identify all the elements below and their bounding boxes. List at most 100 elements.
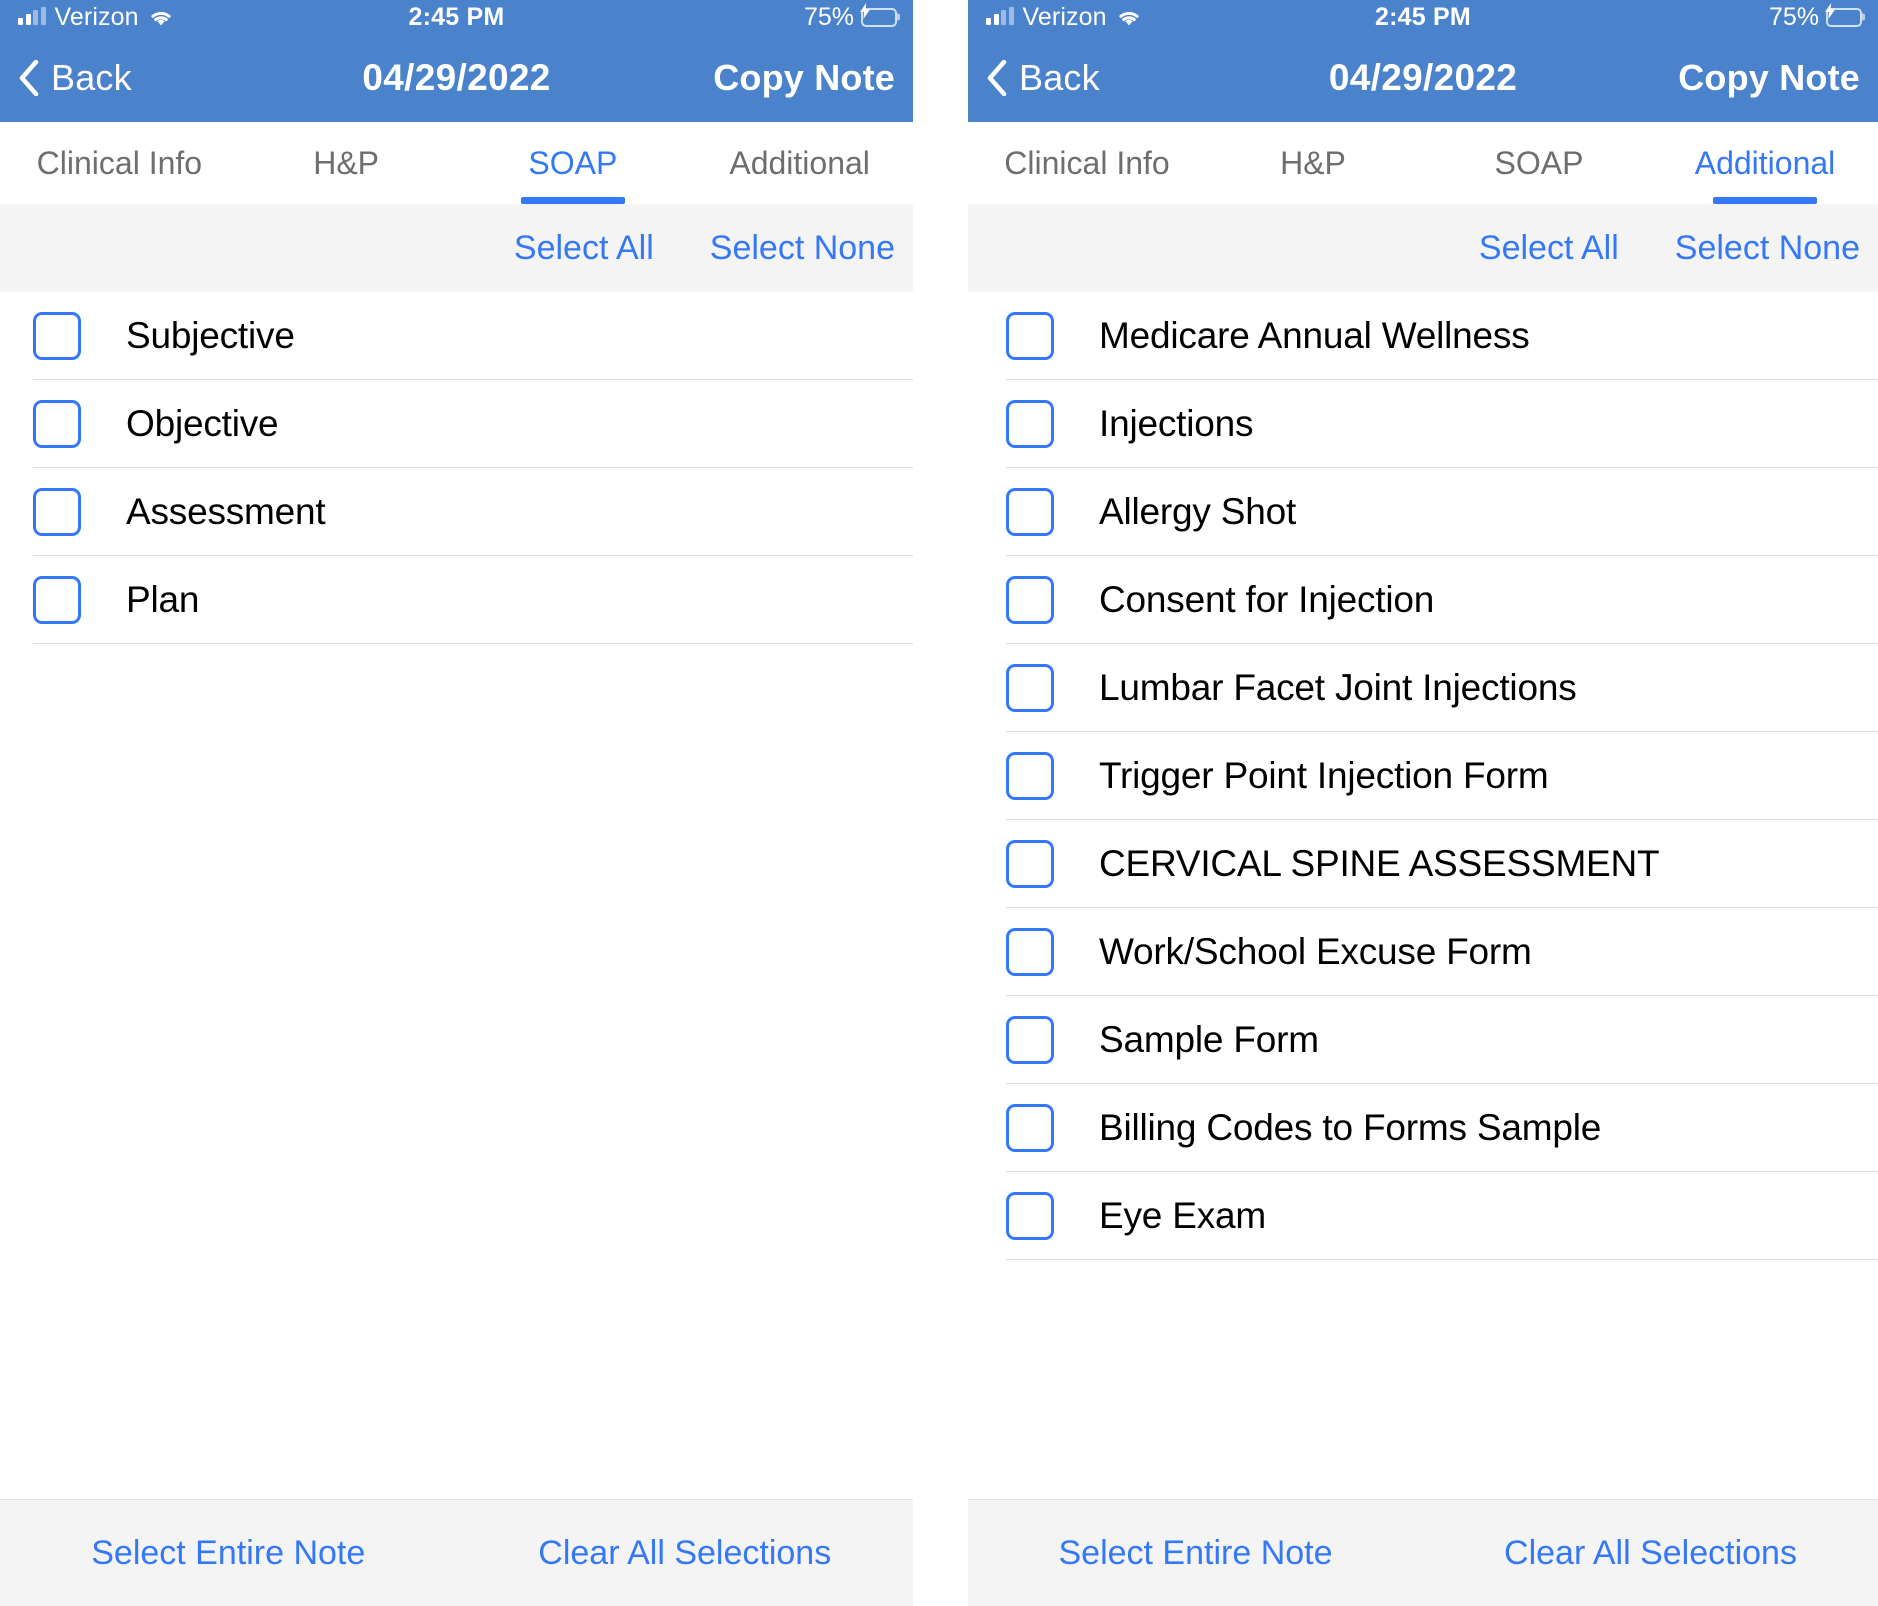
tab-label: Clinical Info	[36, 144, 203, 181]
selection-toolbar: Select All Select None	[0, 204, 913, 292]
tab-label: H&P	[313, 144, 380, 181]
tab-clinical-info[interactable]: Clinical Info	[6, 122, 233, 204]
tab-label: Additional	[1694, 144, 1836, 181]
status-bar-left: Verizon	[18, 2, 174, 31]
checkbox[interactable]	[1006, 663, 1054, 712]
list-item[interactable]: Consent for Injection	[1006, 556, 1878, 644]
carrier-label: Verizon	[1022, 2, 1107, 31]
navigation-bar: Back 04/29/2022 Copy Note	[0, 34, 913, 122]
selection-toolbar: Select All Select None	[968, 204, 1878, 292]
status-bar-right: 75%	[1769, 3, 1862, 32]
status-bar-left: Verizon	[986, 2, 1142, 31]
tab-bar: Clinical Info H&P SOAP Additional	[968, 122, 1878, 204]
list-item-label: Billing Codes to Forms Sample	[1099, 1106, 1602, 1148]
dual-screenshot-container: Verizon 2:45 PM 75% Back 04/29/2022 Copy…	[0, 0, 1878, 1606]
checkbox[interactable]	[1006, 839, 1054, 888]
checkbox[interactable]	[1006, 399, 1054, 448]
checkbox[interactable]	[1006, 927, 1054, 976]
list-item[interactable]: Subjective	[33, 292, 913, 380]
battery-charging-icon	[1824, 3, 1862, 27]
tab-label: SOAP	[528, 144, 618, 181]
tab-active-indicator	[1713, 197, 1817, 204]
copy-note-button[interactable]: Copy Note	[713, 57, 895, 99]
list-item[interactable]: Trigger Point Injection Form	[1006, 732, 1878, 820]
select-all-button[interactable]: Select All	[514, 229, 654, 268]
section-list: Subjective Objective Assessment Plan	[0, 292, 913, 1499]
wifi-icon	[148, 8, 174, 28]
list-item[interactable]: Eye Exam	[1006, 1172, 1878, 1260]
list-item[interactable]: Objective	[33, 380, 913, 468]
carrier-label: Verizon	[54, 2, 139, 31]
checkbox[interactable]	[33, 311, 81, 360]
list-item[interactable]: Medicare Annual Wellness	[1006, 292, 1878, 380]
battery-percent-label: 75%	[803, 2, 854, 31]
chevron-left-icon	[987, 60, 1007, 96]
checkbox[interactable]	[33, 487, 81, 536]
list-item[interactable]: Allergy Shot	[1006, 468, 1878, 556]
list-item[interactable]: Lumbar Facet Joint Injections	[1006, 644, 1878, 732]
signal-bars-icon	[986, 7, 1014, 26]
checkbox[interactable]	[1006, 1191, 1054, 1240]
list-item[interactable]: Sample Form	[1006, 996, 1878, 1084]
list-item-label: Objective	[126, 402, 279, 444]
list-item-label: CERVICAL SPINE ASSESSMENT	[1099, 842, 1660, 884]
tab-label: Additional	[729, 144, 870, 181]
back-button[interactable]: Back	[986, 57, 1100, 99]
checkbox[interactable]	[1006, 311, 1054, 360]
bottom-toolbar: Select Entire Note Clear All Selections	[0, 1499, 913, 1606]
checkbox[interactable]	[1006, 1103, 1054, 1152]
list-item-label: Injections	[1099, 402, 1254, 444]
list-item-label: Trigger Point Injection Form	[1099, 754, 1549, 796]
checkbox[interactable]	[33, 399, 81, 448]
list-item-label: Plan	[126, 578, 200, 620]
copy-note-button[interactable]: Copy Note	[1678, 57, 1860, 99]
checkbox[interactable]	[33, 575, 81, 624]
back-button-label: Back	[1019, 57, 1100, 98]
status-bar: Verizon 2:45 PM 75%	[0, 0, 913, 34]
checkbox[interactable]	[1006, 575, 1054, 624]
list-item-label: Work/School Excuse Form	[1099, 930, 1532, 972]
list-item[interactable]: Billing Codes to Forms Sample	[1006, 1084, 1878, 1172]
tab-clinical-info[interactable]: Clinical Info	[974, 122, 1200, 204]
list-item[interactable]: Plan	[33, 556, 913, 644]
checkbox[interactable]	[1006, 1015, 1054, 1064]
list-item[interactable]: Work/School Excuse Form	[1006, 908, 1878, 996]
clear-all-selections-button[interactable]: Clear All Selections	[1423, 1534, 1878, 1573]
navigation-bar: Back 04/29/2022 Copy Note	[968, 34, 1878, 122]
clear-all-selections-button[interactable]: Clear All Selections	[457, 1534, 914, 1573]
checkbox[interactable]	[1006, 751, 1054, 800]
select-none-button[interactable]: Select None	[710, 229, 895, 268]
list-item-label: Sample Form	[1099, 1018, 1319, 1060]
bottom-toolbar: Select Entire Note Clear All Selections	[968, 1499, 1878, 1606]
tab-additional[interactable]: Additional	[1652, 122, 1878, 204]
phone-screen-additional: Verizon 2:45 PM 75% Back 04/29/2022 Copy…	[968, 0, 1878, 1606]
select-entire-note-button[interactable]: Select Entire Note	[0, 1534, 457, 1573]
tab-hp[interactable]: H&P	[233, 122, 460, 204]
list-item-label: Consent for Injection	[1099, 578, 1435, 620]
section-list: Medicare Annual Wellness Injections Alle…	[968, 292, 1878, 1499]
battery-percent-label: 75%	[1768, 2, 1819, 31]
list-item-label: Medicare Annual Wellness	[1099, 314, 1530, 356]
tab-additional[interactable]: Additional	[686, 122, 913, 204]
select-all-button[interactable]: Select All	[1479, 229, 1619, 268]
phone-screen-soap: Verizon 2:45 PM 75% Back 04/29/2022 Copy…	[0, 0, 913, 1606]
wifi-icon	[1116, 8, 1142, 28]
chevron-left-icon	[19, 60, 39, 96]
tab-label: Clinical Info	[1004, 144, 1170, 181]
back-button[interactable]: Back	[18, 57, 132, 99]
list-item[interactable]: Assessment	[33, 468, 913, 556]
tab-soap[interactable]: SOAP	[1426, 122, 1652, 204]
tab-label: SOAP	[1494, 144, 1584, 181]
signal-bars-icon	[18, 7, 46, 26]
select-entire-note-button[interactable]: Select Entire Note	[968, 1534, 1423, 1573]
list-item-label: Allergy Shot	[1099, 490, 1297, 532]
list-item-label: Lumbar Facet Joint Injections	[1099, 666, 1577, 708]
select-none-button[interactable]: Select None	[1675, 229, 1860, 268]
tab-soap[interactable]: SOAP	[460, 122, 687, 204]
checkbox[interactable]	[1006, 487, 1054, 536]
tab-hp[interactable]: H&P	[1200, 122, 1426, 204]
list-item[interactable]: Injections	[1006, 380, 1878, 468]
tab-bar: Clinical Info H&P SOAP Additional	[0, 122, 913, 204]
list-item[interactable]: CERVICAL SPINE ASSESSMENT	[1006, 820, 1878, 908]
screen-separator	[913, 0, 968, 1606]
